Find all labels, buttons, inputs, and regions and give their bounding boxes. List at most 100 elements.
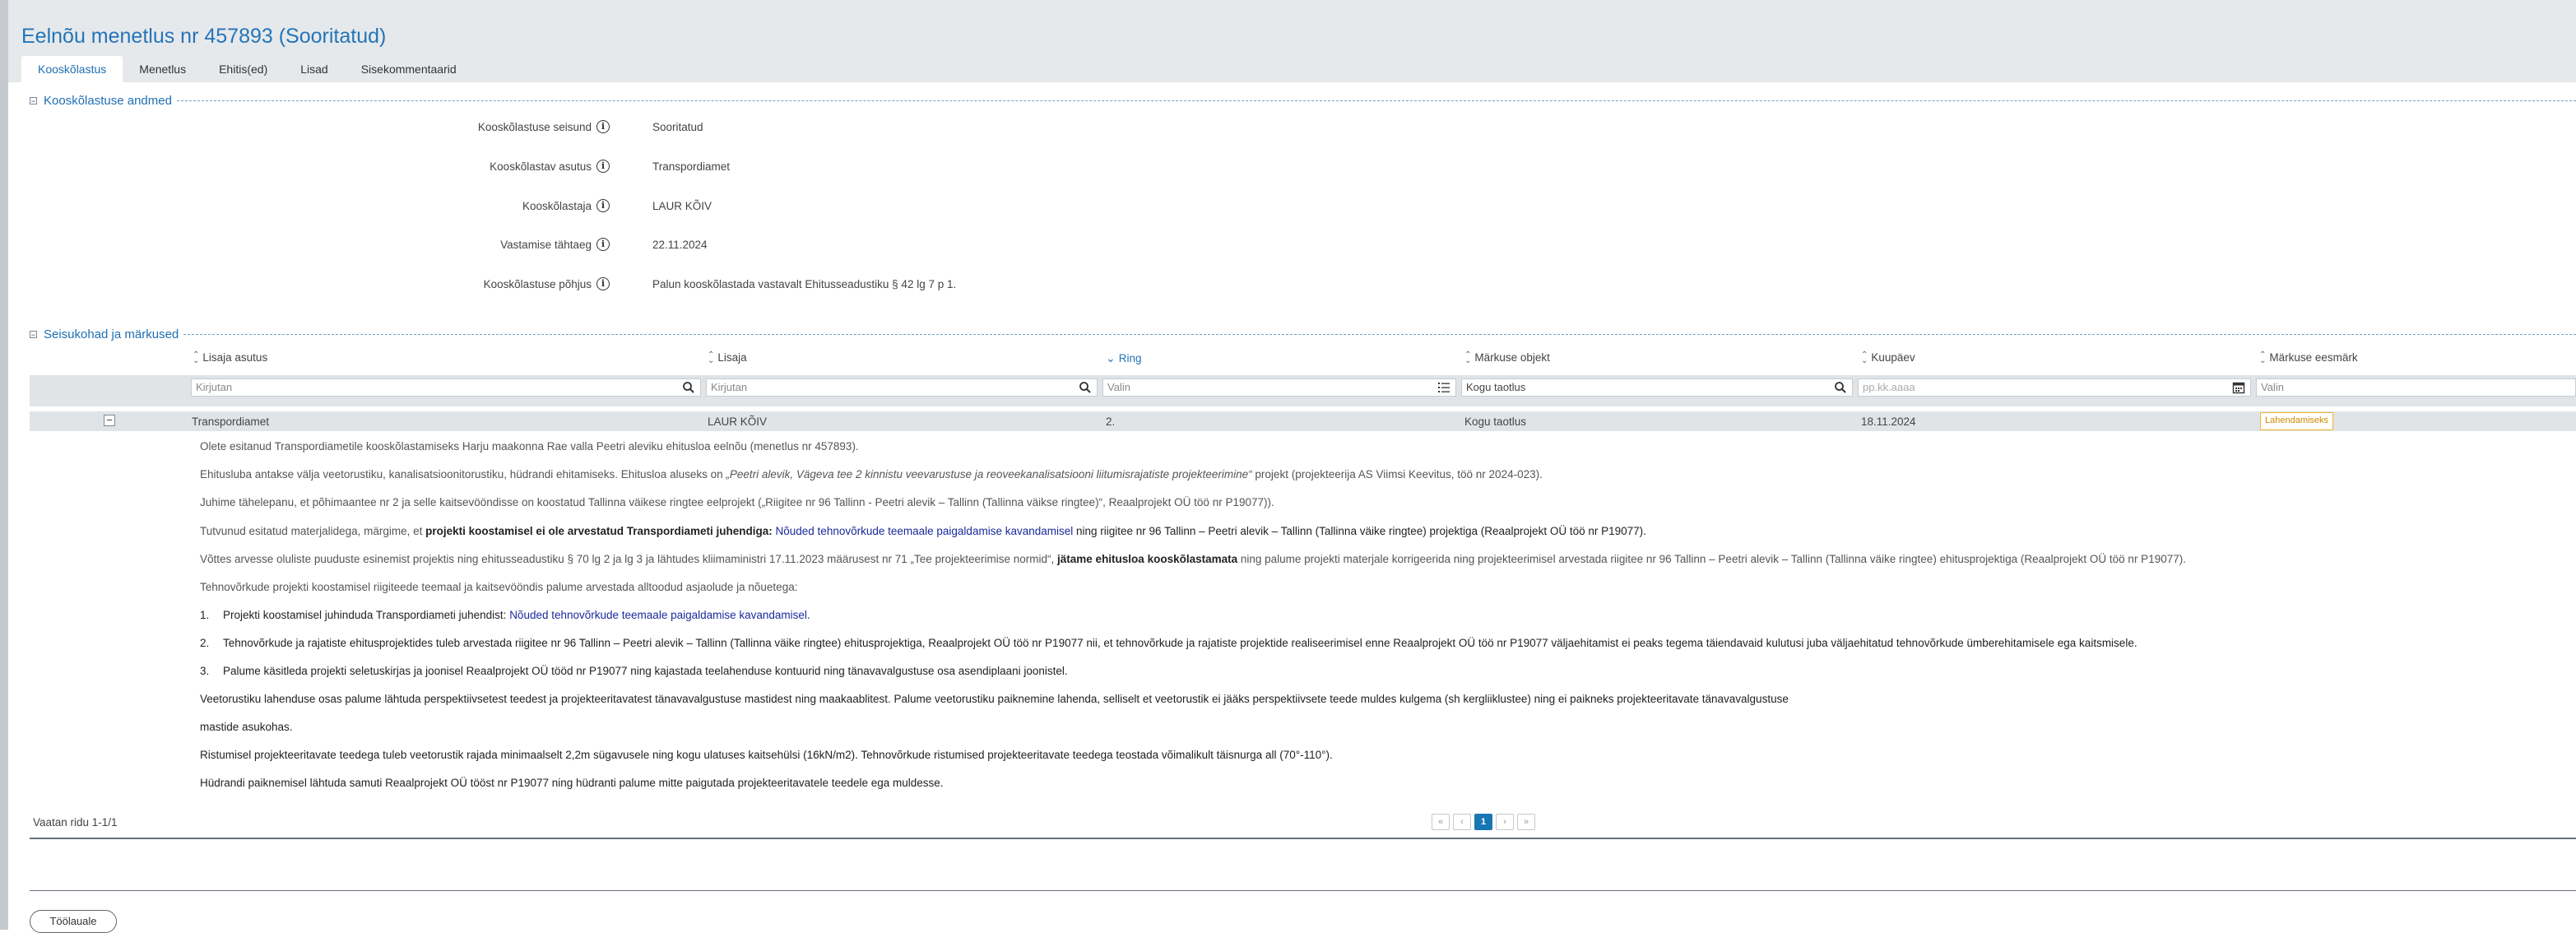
column-header-markuse-objekt[interactable]: ⌃ ⌄ Märkuse objekt [1464,350,1550,364]
text-run: Ehitusluba antakse välja veetorustiku, k… [200,468,726,480]
form-label: Kooskõlastuse seisund i [478,120,610,133]
filter-value: Kogu taotlus [1466,381,1526,393]
tab-sisekommentaarid[interactable]: Sisekommentaarid [345,56,473,82]
tab-bar: Kooskõlastus Menetlus Ehitis(ed) Lisad S… [21,56,473,82]
column-header-lisaja[interactable]: ⌃ ⌄ Lisaja [708,350,747,364]
form-value: Sooritatud [652,121,703,133]
cell-ring: 2. [1106,415,1116,428]
column-header-markuse-eesmark[interactable]: ⌃ ⌄ Märkuse eesmärk [2259,350,2358,364]
form-row-kooskolastaja: Kooskõlastaja i LAUR KÕIV [0,197,2576,216]
filter-markuse-eesmark-select[interactable]: Valin [2256,378,2576,397]
column-label: Märkuse eesmärk [2269,351,2358,364]
text-run-bold: projekti koostamisel ei ole arvestatud T… [425,525,776,537]
tab-menetlus[interactable]: Menetlus [123,56,202,82]
comment-paragraph: Tehnovõrkude projekti koostamisel riigit… [200,581,798,593]
form-value: Transpordiamet [652,160,731,173]
form-row-asutus: Kooskõlastav asutus i Transpordiamet [0,157,2576,177]
grid-header: ⌃ ⌄ Lisaja asutus ⌃ ⌄ Lisaja ⌄ Ring ⌃ ⌄ Märkuse… [30,348,2576,369]
list-item: 2. Tehnovõrkude ja rajatiste ehitusprojek… [200,637,2137,649]
last-page-icon[interactable]: » [1517,814,1535,830]
guideline-link[interactable]: Nõuded tehnovõrkude teemaale paigaldamis… [509,609,807,621]
list-item: 3. Palume käsitleda projekti seletuskirja… [200,665,1068,677]
table-row[interactable]: − Transpordiamet LAUR KÕIV 2. Kogu taotl… [30,411,2576,431]
comment-paragraph: Ristumisel projekteeritavate teedega tul… [200,749,1333,761]
column-header-kuupaev[interactable]: ⌃ ⌄ Kuupäev [1861,350,1915,365]
cell-lisaja: LAUR KÕIV [708,415,768,428]
filter-lisaja-asutus-input[interactable]: Kirjutan [191,378,701,397]
filter-placeholder: Valin [1107,381,1130,393]
form-label-text: Kooskõlastaja [522,199,592,212]
page-number[interactable]: 1 [1474,814,1492,830]
sort-icon: ⌃ ⌄ [193,350,200,365]
pager-bar: Vaatan ridu 1-1/1 « ‹ 1 › » [30,808,2576,839]
form-label: Kooskõlastuse põhjus i [484,277,610,290]
text-run: projekt (projekteerija AS Viimsi Keevitu… [1251,468,1543,480]
text-run: Tutvunud esitatud materjalidega, märgime… [200,525,426,537]
text-run: . [806,609,810,621]
cell-asutus: Transpordiamet [192,415,270,428]
filter-lisaja-input[interactable]: Kirjutan [706,378,1098,397]
form-value: LAUR KÕIV [652,200,712,212]
section-kooskolastuse-andmed: − Kooskõlastuse andmed [30,92,2576,109]
form-value: Palun kooskõlastada vastavalt Ehitussead… [652,278,957,290]
collapse-toggle-icon[interactable]: − [30,96,37,104]
prev-page-icon[interactable]: ‹ [1453,814,1471,830]
text-run: Võttes arvesse oluliste puuduste esinemi… [200,553,1058,565]
form-row-seisund: Kooskõlastuse seisund i Sooritatud [0,118,2576,137]
form-label-text: Vastamise tähtaeg [500,238,592,251]
cell-kuupaev: 18.11.2024 [1861,415,1916,428]
tab-ehitised[interactable]: Ehitis(ed) [202,56,284,82]
text-run: Tehnovõrkude ja rajatiste ehitusprojekti… [223,637,2137,649]
next-page-icon[interactable]: › [1496,814,1514,830]
list-item: 1. Projekti koostamisel juhinduda Transpo… [200,609,810,621]
pager-summary: Vaatan ridu 1-1/1 [33,816,118,829]
search-icon[interactable] [1834,381,1847,394]
tab-lisad[interactable]: Lisad [284,56,344,82]
info-icon[interactable]: i [596,120,610,133]
form-row-pohjus: Kooskõlastuse põhjus i Palun kooskõlastad… [0,275,2576,295]
guideline-link[interactable]: Nõuded tehnovõrkude teemaale paigaldamis… [776,525,1074,537]
search-icon[interactable] [682,381,695,394]
collapse-row-icon[interactable]: − [104,415,115,426]
search-icon[interactable] [1079,381,1092,394]
column-header-lisaja-asutus[interactable]: ⌃ ⌄ Lisaja asutus [193,350,267,365]
list-icon[interactable] [1437,381,1450,394]
column-label: Lisaja [717,351,747,364]
form-label-text: Kooskõlastuse põhjus [483,277,592,290]
section-seisukohad: − Seisukohad ja märkused [30,326,2576,342]
form-label: Kooskõlastaja i [522,199,610,212]
comment-paragraph: Veetorustiku lahenduse osas palume lähtu… [200,693,1789,705]
collapse-toggle-icon[interactable]: − [30,330,37,338]
filter-ring-select[interactable]: Valin [1102,378,1456,397]
column-label: Märkuse objekt [1474,351,1550,364]
form-label-text: Kooskõlastav asutus [490,160,592,173]
column-label: Ring [1118,352,1142,364]
comment-paragraph: Ehitusluba antakse välja veetorustiku, k… [200,468,1543,480]
top-strip [0,0,2576,13]
first-page-icon[interactable]: « [1432,814,1450,830]
tab-kooskolastus[interactable]: Kooskõlastus [21,56,123,82]
grid-filter-row: Kirjutan Kirjutan Valin Kogu taotlus pp.… [30,375,2576,406]
filter-placeholder: Kirjutan [711,381,748,393]
comment-paragraph: Juhime tähelepanu, et põhimaantee nr 2 j… [200,496,1274,508]
info-icon[interactable]: i [596,277,610,290]
filter-placeholder: pp.kk.aaaa [1863,381,1915,393]
list-number: 3. [200,665,210,677]
column-header-ring[interactable]: ⌄ Ring [1106,351,1142,365]
list-number: 2. [200,637,210,649]
info-icon[interactable]: i [596,160,610,173]
comment-paragraph: Võttes arvesse oluliste puuduste esinemi… [200,553,2186,565]
info-icon[interactable]: i [596,199,610,212]
filter-markuse-objekt-input[interactable]: Kogu taotlus [1461,378,1853,397]
calendar-icon[interactable] [2232,381,2245,394]
filter-placeholder: Kirjutan [196,381,233,393]
text-run: ning palume projekti materjale korrigeer… [1237,553,2186,565]
info-icon[interactable]: i [596,238,610,251]
page-header: Eelnõu menetlus nr 457893 (Sooritatud) K… [8,13,2576,82]
form-row-tahtaeg: Vastamise tähtaeg i 22.11.2024 [0,235,2576,255]
text-run: Palume käsitleda projekti seletuskirjas … [223,665,1068,677]
section-divider [176,100,2576,101]
comment-paragraph: mastide asukohas. [200,721,293,733]
filter-kuupaev-input[interactable]: pp.kk.aaaa [1858,378,2251,397]
sort-icon: ⌃ ⌄ [1861,350,1868,365]
